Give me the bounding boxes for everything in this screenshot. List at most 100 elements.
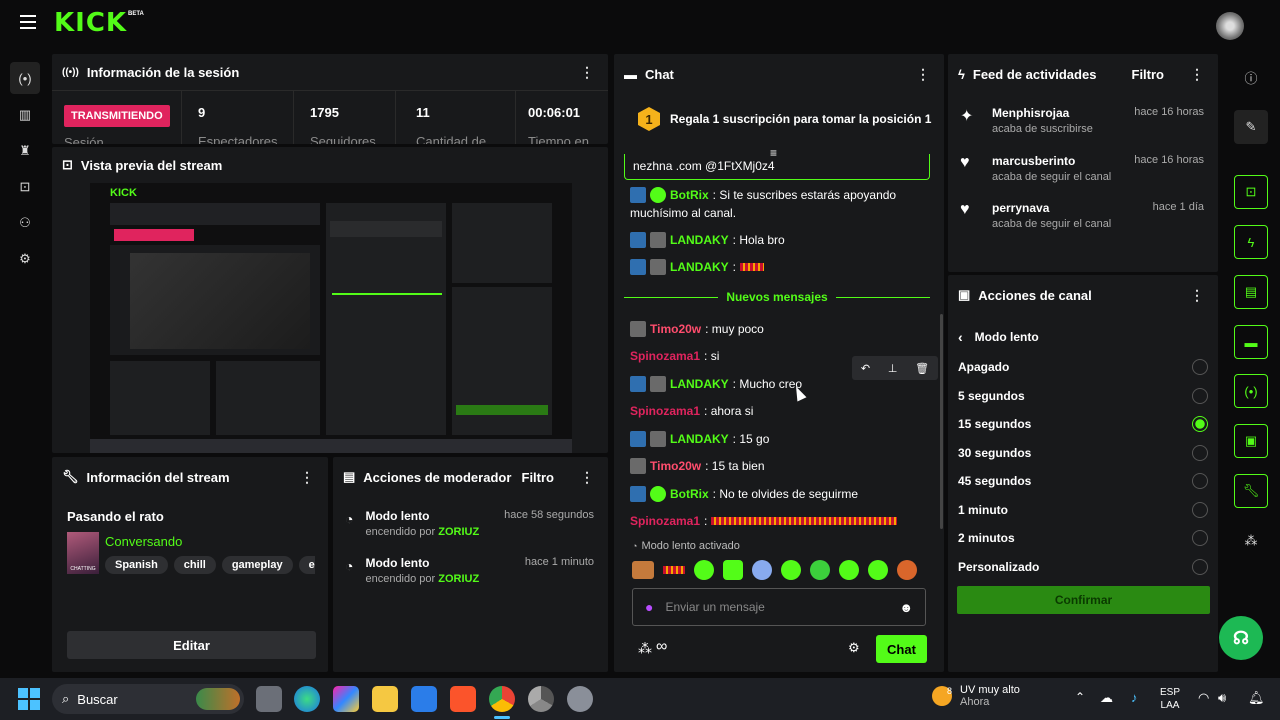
emote-icon[interactable] [868,560,888,580]
info-icon[interactable]: ⓘ [1234,60,1268,94]
chat-username[interactable]: LANDAKY [670,430,729,448]
kick-points-icon[interactable]: ⁂ [638,640,652,657]
emote-icon[interactable] [752,560,772,580]
feed-username[interactable]: marcusberinto [992,154,1111,168]
stream-preview-video[interactable]: KICK [90,183,572,453]
feed-username[interactable]: perrynava [992,201,1111,215]
chat-input-placeholder[interactable]: Enviar un mensaje [665,600,887,614]
chat-username[interactable]: Spinozama1 [630,512,700,530]
onedrive-icon[interactable]: ☁ [1100,690,1113,706]
emote-icon[interactable] [897,560,917,580]
pencil-icon[interactable]: ✎ [1234,110,1268,144]
radio-button[interactable] [1192,473,1208,489]
chevron-up-icon[interactable]: ⌃ [1075,690,1085,704]
radio-button[interactable] [1192,444,1208,461]
undo-icon[interactable]: ↶ [861,362,870,375]
radio-button[interactable] [1192,558,1208,575]
microphone-tray-icon[interactable]: ♪ [1131,690,1138,705]
weather-widget[interactable]: 8 UV muy alto Ahora [932,684,1020,708]
tag[interactable]: chill [173,556,216,574]
feed-filter-button[interactable]: Filtro [1132,67,1165,82]
windows-start-icon[interactable] [18,688,40,710]
points-icon[interactable]: ⁂ [1234,524,1268,558]
volume-icon[interactable]: 🔊︎ [1218,690,1226,706]
microphone-icon[interactable]: ● [645,599,653,615]
menu-icon[interactable] [20,15,36,29]
trash-icon[interactable]: 🗑︎ [915,362,929,375]
chat-username[interactable]: BotRix [670,485,709,503]
chat-username[interactable]: BotRix [670,186,709,204]
stream-info-menu-icon[interactable]: ⋮ [296,469,318,486]
chat-input-box[interactable]: ● Enviar un mensaje ☻ [632,588,926,626]
mod-filter-button[interactable]: Filtro [522,470,555,485]
language-indicator[interactable]: ESP LAA [1160,686,1180,712]
slow-option[interactable]: Personalizado [958,553,1208,581]
tag[interactable]: gameplay [221,556,293,574]
infinity-icon[interactable]: ∞ [656,638,667,656]
support-headset-icon[interactable]: ☊ [1219,616,1263,660]
slow-option[interactable]: 30 segundos [958,439,1208,467]
confirm-button[interactable]: Confirmar [957,586,1210,614]
mod-action-user[interactable]: ZORIUZ [438,526,479,538]
chat-username[interactable]: Spinozama1 [630,402,700,420]
emote-icon[interactable] [810,560,830,580]
chat-scrollbar[interactable] [940,314,943,529]
broadcast-icon[interactable]: (•) [10,62,40,94]
moderation-icon[interactable]: ⊡ [10,172,40,202]
chat-username[interactable]: Timo20w [650,320,701,338]
slow-option[interactable]: 15 segundos [958,410,1208,438]
broadcast-tool-icon[interactable]: (•) [1234,374,1268,408]
slow-option[interactable]: 1 minuto [958,496,1208,524]
wrench-tool-icon[interactable]: 🔧︎ [1234,474,1268,508]
store-icon[interactable] [411,686,437,712]
mod-tools-icon[interactable]: ⊡ [1234,175,1268,209]
emote-icon[interactable] [723,560,743,580]
file-explorer-icon[interactable] [372,686,398,712]
radio-button[interactable] [1192,359,1208,375]
tag[interactable]: espa [298,556,315,574]
slow-option[interactable]: 5 segundos [958,382,1208,410]
category-link[interactable]: Conversando [105,534,182,549]
emote-icon[interactable] [781,560,801,580]
chat-username[interactable]: LANDAKY [670,375,729,393]
chat-username[interactable]: LANDAKY [670,258,729,276]
mod-action-user[interactable]: ZORIUZ [438,573,479,585]
settings-app-icon[interactable] [567,686,593,712]
task-view-icon[interactable] [256,686,282,712]
feed-menu-icon[interactable]: ⋮ [1186,66,1208,83]
taskbar-search-box[interactable]: ⌕ Buscar [52,684,244,714]
settings-icon[interactable]: ⚙ [10,244,40,274]
layout-icon[interactable]: ▣ [1234,424,1268,458]
chat-settings-icon[interactable]: ⚙ [848,640,860,656]
copilot-icon[interactable] [333,686,359,712]
chat-username[interactable]: LANDAKY [670,231,729,249]
wifi-icon[interactable]: ◠ [1198,690,1209,706]
channel-actions-menu-icon[interactable]: ⋮ [1186,287,1208,304]
radio-button[interactable] [1192,501,1208,518]
bolt-tool-icon[interactable]: ϟ [1234,225,1268,259]
chrome-alt-icon[interactable] [528,686,554,712]
radio-button-selected[interactable] [1192,416,1208,432]
slow-option[interactable]: 2 minutos [958,524,1208,552]
emote-icon[interactable] [839,560,859,580]
chat-tool-icon[interactable]: ▬ [1234,325,1268,359]
pinned-gift-banner[interactable]: 1 Regala 1 suscripción para tomar la pos… [614,94,944,144]
slow-option[interactable]: Apagado [958,353,1208,381]
chat-username[interactable]: Spinozama1 [630,347,700,365]
edit-button[interactable]: Editar [67,631,316,659]
trophy-icon[interactable]: ♜ [10,136,40,166]
pin-icon[interactable]: ⊥ [888,362,898,375]
notification-bell-icon[interactable]: 🔔︎ [1248,690,1265,706]
radio-button[interactable] [1192,387,1208,404]
collapse-icon[interactable]: ≡ [770,146,777,160]
emote-icon[interactable] [694,560,714,580]
user-avatar[interactable] [1216,12,1244,40]
slow-mode-back-button[interactable]: ‹ Modo lento [958,329,1039,345]
edge-icon[interactable] [294,686,320,712]
chat-menu-icon[interactable]: ⋮ [912,66,934,83]
send-chat-button[interactable]: Chat [876,635,927,663]
analytics-icon[interactable]: ▥ [10,100,40,130]
kick-logo[interactable]: KICK [54,8,127,38]
emote-icon[interactable] [663,566,685,574]
emote-icon[interactable] [632,561,654,579]
